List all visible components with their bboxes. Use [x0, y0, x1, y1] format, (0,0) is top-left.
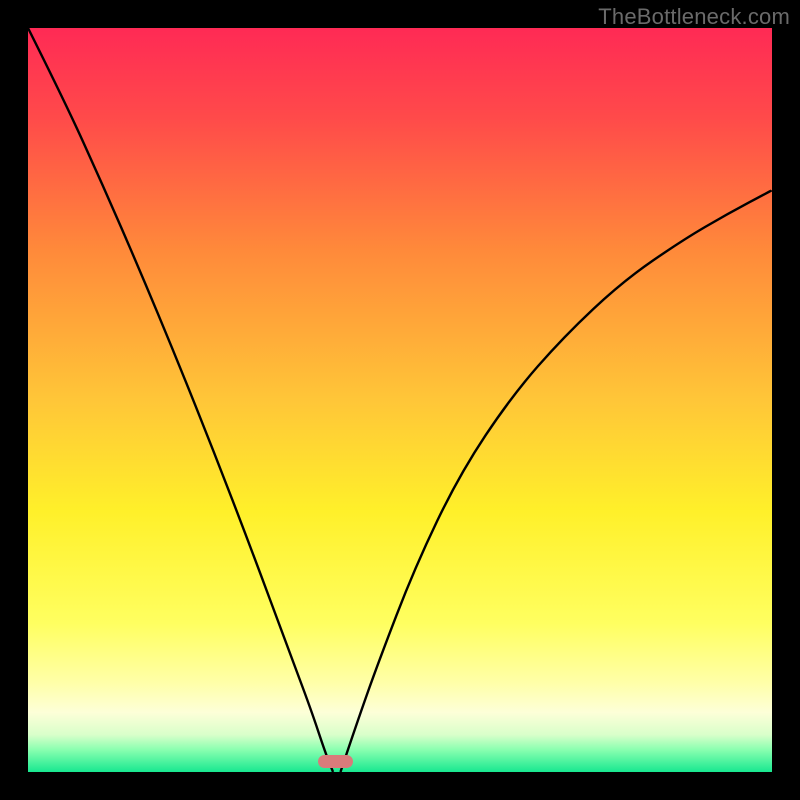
valley-marker: [318, 755, 353, 768]
frame: TheBottleneck.com: [0, 0, 800, 800]
plot-area: [28, 28, 772, 772]
watermark-text: TheBottleneck.com: [598, 4, 790, 30]
curve-layer: [28, 28, 772, 772]
left-curve: [28, 28, 333, 772]
right-curve: [340, 190, 772, 772]
